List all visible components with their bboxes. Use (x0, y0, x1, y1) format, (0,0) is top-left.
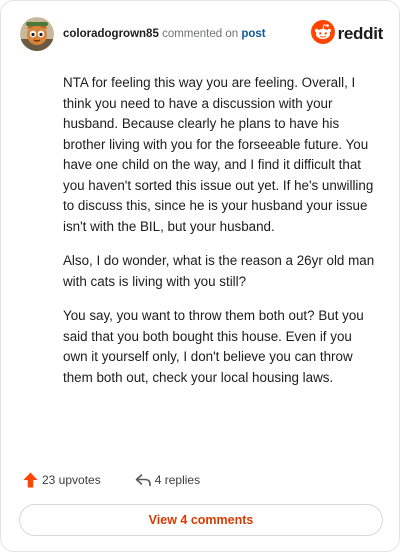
upvote-button[interactable]: 23 upvotes (19, 472, 101, 488)
comment-header: coloradogrown85 commented on post reddit (20, 17, 383, 51)
reddit-snoo-icon (310, 19, 335, 49)
replies-button[interactable]: 4 replies (131, 473, 200, 487)
reddit-logo[interactable]: reddit (310, 19, 384, 49)
commented-on-text: commented on (162, 28, 239, 40)
reddit-wordmark: reddit (337, 24, 384, 43)
comment-paragraph: NTA for feeling this way you are feeling… (63, 75, 374, 234)
upvote-count: 23 upvotes (42, 473, 101, 487)
comment-paragraph: You say, you want to throw them both out… (63, 308, 364, 385)
upvote-arrow-icon (23, 472, 38, 488)
comment-card: coloradogrown85 commented on post reddit (0, 0, 400, 552)
comment-paragraph: Also, I do wonder, what is the reason a … (63, 253, 375, 289)
user-avatar[interactable] (20, 17, 54, 51)
comment-footer: 23 upvotes 4 replies (19, 469, 200, 491)
reply-count: 4 replies (154, 473, 201, 487)
view-comments-button[interactable]: View 4 comments (19, 504, 383, 536)
reply-arrow-icon (135, 473, 151, 487)
post-link[interactable]: post (241, 28, 265, 40)
username-link[interactable]: coloradogrown85 (63, 28, 159, 40)
comment-meta: coloradogrown85 commented on post (63, 28, 311, 40)
comment-body: NTA for feeling this way you are feeling… (63, 73, 375, 402)
